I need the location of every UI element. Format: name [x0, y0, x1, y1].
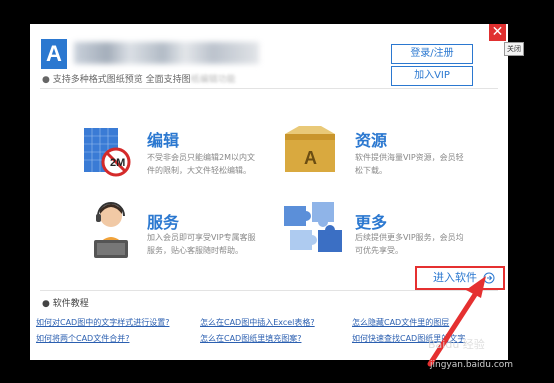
- watermark-url: jingyan.baidu.com: [430, 360, 514, 370]
- annotation-arrow: [427, 276, 486, 367]
- watermark-logo: Baidu 经验: [428, 338, 485, 351]
